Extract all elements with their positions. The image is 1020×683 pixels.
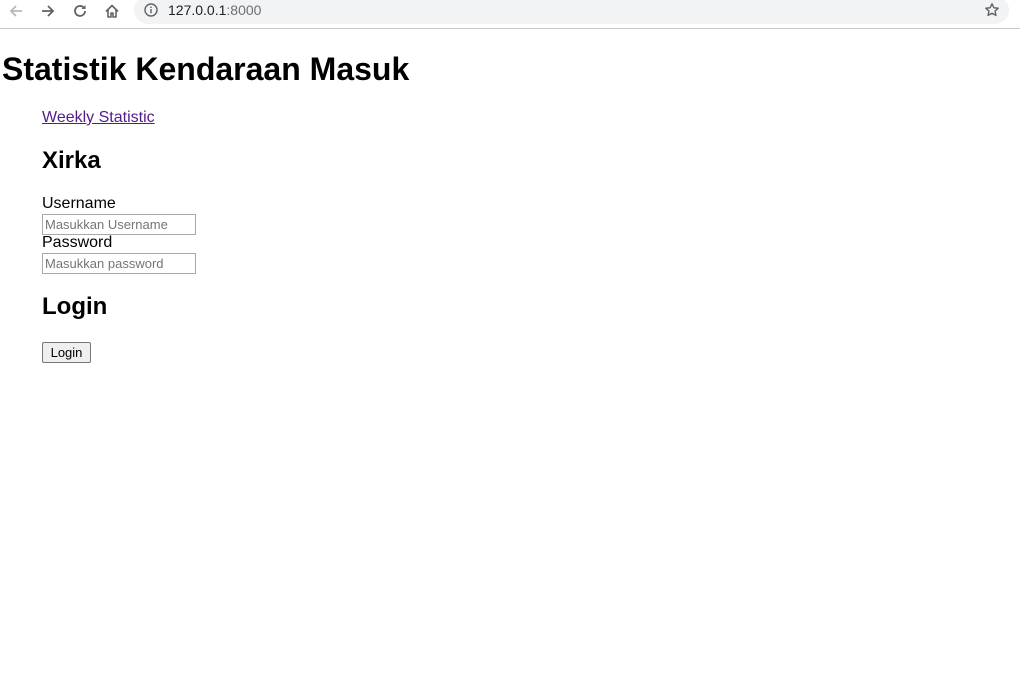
url-host: 127.0.0.1	[168, 2, 227, 18]
star-icon[interactable]	[984, 2, 1000, 18]
forward-arrow-icon	[42, 5, 55, 17]
login-section: Weekly Statistic Xirka Username Password…	[42, 108, 642, 363]
page-body: Statistik Kendaraan Masuk Weekly Statist…	[0, 30, 1020, 683]
forward-button[interactable]	[37, 1, 59, 21]
page-title: Statistik Kendaraan Masuk	[2, 51, 410, 87]
brand-heading: Xirka	[42, 147, 101, 174]
home-icon	[105, 4, 119, 18]
password-label: Password	[42, 234, 113, 251]
reload-button[interactable]	[69, 1, 91, 21]
username-label: Username	[42, 195, 116, 212]
username-input[interactable]	[42, 214, 196, 235]
info-icon[interactable]	[144, 3, 158, 17]
back-button[interactable]	[5, 1, 27, 21]
password-input[interactable]	[42, 253, 196, 274]
login-heading: Login	[42, 293, 108, 320]
address-bar[interactable]: 127.0.0.1:8000	[134, 0, 1009, 24]
browser-toolbar: 127.0.0.1:8000	[0, 0, 1020, 29]
login-button[interactable]: Login	[42, 342, 91, 363]
home-button[interactable]	[101, 1, 123, 21]
reload-icon	[74, 5, 86, 17]
weekly-statistic-link[interactable]: Weekly Statistic	[42, 108, 155, 128]
url-text[interactable]: 127.0.0.1:8000	[168, 2, 261, 18]
back-arrow-icon	[9, 5, 22, 17]
url-port: :8000	[226, 2, 262, 18]
